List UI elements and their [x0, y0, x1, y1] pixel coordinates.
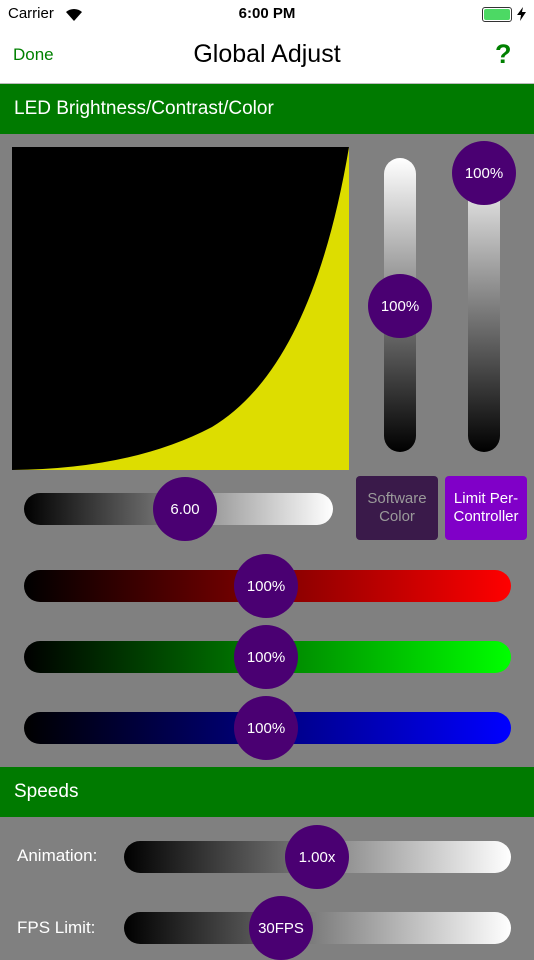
fps-limit-knob[interactable]: 30FPS [249, 896, 313, 960]
battery-icon [482, 7, 512, 22]
green-slider-knob[interactable]: 100% [234, 625, 298, 689]
brightness-curve-preview [12, 147, 349, 470]
software-color-button[interactable]: Software Color [356, 476, 438, 540]
animation-speed-knob[interactable]: 1.00x [285, 825, 349, 889]
fps-limit-label: FPS Limit: [17, 918, 96, 937]
speeds-section-header: Speeds [0, 767, 534, 817]
animation-label: Animation: [17, 846, 98, 865]
contrast-slider-knob[interactable]: 100% [452, 141, 516, 205]
blue-slider-knob[interactable]: 100% [234, 696, 298, 760]
red-slider-knob[interactable]: 100% [234, 554, 298, 618]
status-bar: Carrier 6:00 PM [0, 0, 534, 30]
led-section-title: LED Brightness/Contrast/Color [14, 98, 274, 119]
speeds-section-title: Speeds [14, 781, 79, 802]
page-title: Global Adjust [193, 40, 341, 68]
navigation-bar: Done Global Adjust ? [0, 30, 534, 84]
brightness-slider-knob[interactable]: 100% [368, 274, 432, 338]
led-section-header: LED Brightness/Contrast/Color [0, 84, 534, 134]
fps-limit-slider[interactable] [124, 912, 511, 944]
clock: 6:00 PM [238, 5, 296, 22]
limit-per-controller-button[interactable]: Limit Per-Controller [445, 476, 527, 540]
charging-icon [517, 7, 526, 21]
gamma-slider-knob[interactable]: 6.00 [153, 477, 217, 541]
help-button[interactable]: ? [495, 39, 512, 70]
